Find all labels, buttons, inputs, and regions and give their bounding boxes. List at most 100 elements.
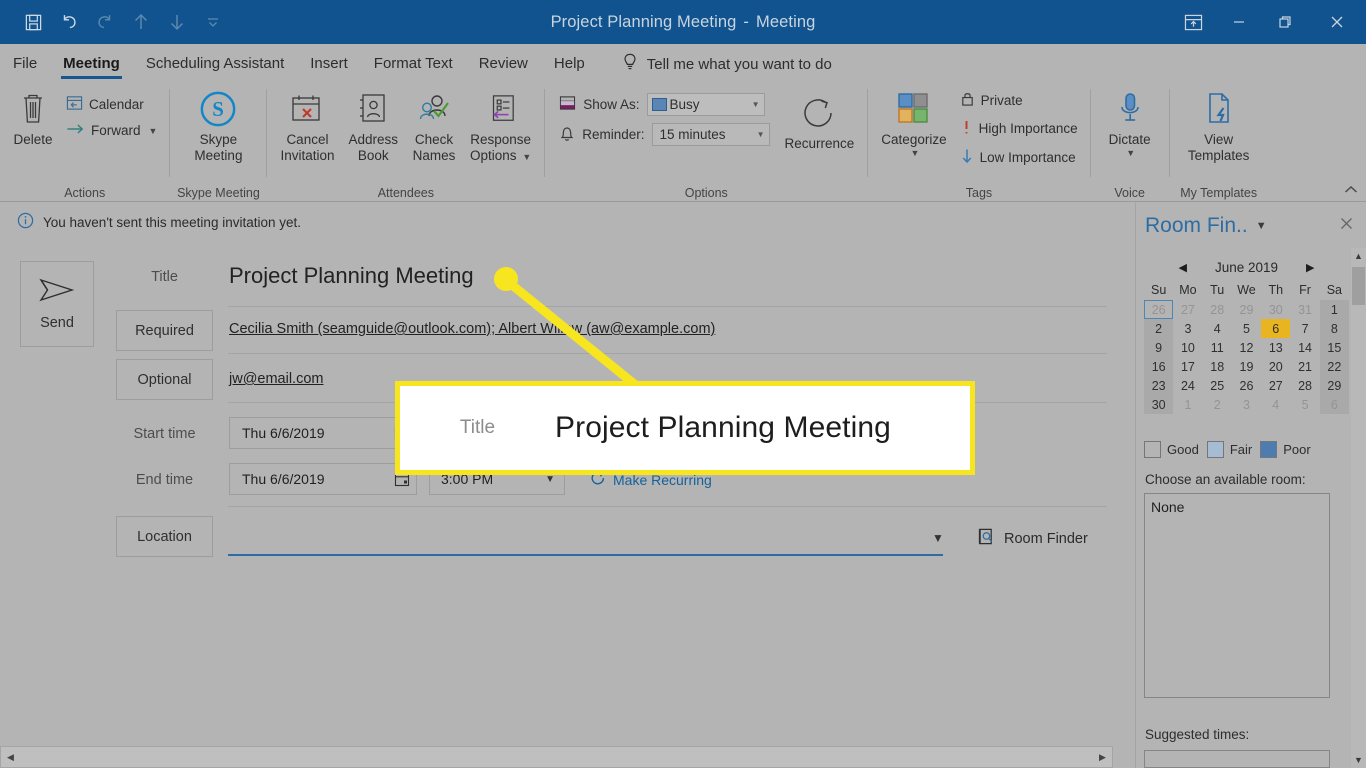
calendar-day[interactable]: 5 [1232, 319, 1261, 338]
calendar-day[interactable]: 18 [1203, 357, 1232, 376]
calendar-day[interactable]: 6 [1319, 395, 1349, 414]
calendar-day[interactable]: 12 [1232, 338, 1261, 357]
start-date-input[interactable]: Thu 6/6/2019 [229, 417, 417, 449]
calendar-day[interactable]: 5 [1290, 395, 1319, 414]
send-button[interactable]: Send [20, 261, 94, 347]
calendar-day[interactable]: 16 [1144, 357, 1174, 376]
calendar-day[interactable]: 15 [1319, 338, 1349, 357]
close-icon[interactable] [1308, 0, 1366, 44]
chevron-right-icon[interactable]: ▶ [1306, 261, 1314, 274]
meeting-body-editor[interactable] [0, 568, 1135, 746]
calendar-day[interactable]: 24 [1173, 376, 1202, 395]
calendar-day[interactable]: 20 [1261, 357, 1290, 376]
tab-review[interactable]: Review [466, 47, 541, 81]
redo-icon[interactable] [88, 7, 122, 37]
skype-meeting-button[interactable]: S Skype Meeting [176, 85, 260, 167]
end-date-input[interactable]: Thu 6/6/2019 [229, 463, 417, 495]
calendar-day[interactable]: 3 [1173, 319, 1202, 338]
up-arrow-icon[interactable] [124, 7, 158, 37]
calendar-day[interactable]: 28 [1203, 300, 1232, 319]
calendar-day-selected[interactable]: 6 [1261, 319, 1291, 338]
chevron-down-icon[interactable]: ▼ [545, 474, 564, 485]
suggested-times-list[interactable] [1144, 750, 1330, 768]
chevron-down-icon[interactable]: ▼ [149, 126, 158, 136]
calendar-day[interactable]: 27 [1173, 300, 1202, 319]
calendar-day[interactable]: 2 [1203, 395, 1232, 414]
restore-icon[interactable] [1262, 0, 1308, 44]
high-importance-button[interactable]: High Importance [954, 115, 1084, 142]
chevron-down-icon[interactable]: ▼ [1126, 148, 1135, 158]
scroll-right-icon[interactable]: ▶ [1094, 752, 1111, 763]
room-finder-scrollbar[interactable]: ▲ ▼ [1351, 248, 1366, 768]
calendar-day[interactable]: 14 [1290, 338, 1319, 357]
calendar-day[interactable]: 17 [1173, 357, 1202, 376]
calendar-day[interactable]: 4 [1203, 319, 1232, 338]
title-input[interactable]: Project Planning Meeting [229, 263, 474, 289]
down-arrow-icon[interactable] [160, 7, 194, 37]
calendar-day[interactable]: 2 [1144, 319, 1174, 338]
calendar-day[interactable]: 23 [1144, 376, 1174, 395]
forward-button[interactable]: Forward ▼ [60, 119, 163, 142]
chevron-down-icon[interactable]: ▼ [932, 531, 944, 545]
calendar-day[interactable]: 13 [1261, 338, 1290, 357]
calendar-day[interactable]: 30 [1144, 395, 1174, 414]
calendar-day[interactable]: 22 [1319, 357, 1349, 376]
calendar-day[interactable]: 28 [1290, 376, 1319, 395]
calendar-day[interactable]: 21 [1290, 357, 1319, 376]
minimize-icon[interactable] [1216, 0, 1262, 44]
tab-meeting[interactable]: Meeting [50, 47, 133, 81]
scroll-down-icon[interactable]: ▼ [1351, 752, 1366, 768]
chevron-down-icon[interactable]: ▼ [522, 152, 531, 162]
collapse-ribbon-button[interactable] [1343, 184, 1359, 199]
cancel-invitation-button[interactable]: Cancel Invitation [273, 85, 341, 167]
horizontal-scrollbar[interactable]: ◀ ▶ [0, 746, 1113, 768]
required-input[interactable]: Cecilia Smith (seamguide@outlook.com); A… [229, 321, 715, 337]
chevron-down-icon[interactable]: ▼ [910, 148, 919, 158]
calendar-day[interactable]: 3 [1232, 395, 1261, 414]
low-importance-button[interactable]: Low Importance [954, 144, 1084, 171]
calendar-day[interactable]: 25 [1203, 376, 1232, 395]
response-options-button[interactable]: Response Options ▼ [463, 85, 538, 167]
calendar-day[interactable]: 29 [1232, 300, 1261, 319]
calendar-day[interactable]: 30 [1261, 300, 1290, 319]
close-icon[interactable] [1338, 215, 1355, 237]
available-rooms-list[interactable]: None [1144, 493, 1330, 698]
chevron-down-icon[interactable]: ▼ [751, 130, 765, 139]
customize-quick-access-icon[interactable] [196, 7, 230, 37]
tab-scheduling-assistant[interactable]: Scheduling Assistant [133, 47, 297, 81]
calendar-day[interactable]: 8 [1319, 319, 1349, 338]
calendar-day[interactable]: 11 [1203, 338, 1232, 357]
tab-format-text[interactable]: Format Text [361, 47, 466, 81]
scroll-left-icon[interactable]: ◀ [2, 752, 19, 763]
calendar-day[interactable]: 4 [1261, 395, 1290, 414]
list-item[interactable]: None [1151, 499, 1329, 515]
tab-help[interactable]: Help [541, 47, 598, 81]
scrollbar-thumb[interactable] [1352, 267, 1365, 305]
tell-me-search[interactable]: Tell me what you want to do [598, 47, 842, 81]
dictate-button[interactable]: Dictate ▼ [1097, 85, 1163, 162]
save-icon[interactable] [16, 7, 50, 37]
delete-button[interactable]: Delete [6, 85, 60, 152]
chevron-left-icon[interactable]: ◀ [1179, 261, 1187, 274]
calendar-day[interactable]: 9 [1144, 338, 1174, 357]
calendar-day[interactable]: 10 [1173, 338, 1202, 357]
calendar-day[interactable]: 26 [1144, 300, 1174, 319]
room-finder-button[interactable]: Room Finder [976, 527, 1088, 550]
calendar-day[interactable]: 1 [1319, 300, 1349, 319]
address-book-button[interactable]: Address Book [341, 85, 405, 167]
show-as-combo[interactable]: Busy ▼ [646, 93, 765, 116]
calendar-day[interactable]: 26 [1232, 376, 1261, 395]
undo-icon[interactable] [52, 7, 86, 37]
calendar-day[interactable]: 27 [1261, 376, 1290, 395]
chevron-down-icon[interactable]: ▼ [1256, 220, 1267, 232]
calendar-day[interactable]: 29 [1319, 376, 1349, 395]
calendar-button[interactable]: Calendar [60, 91, 163, 117]
reminder-combo[interactable]: 15 minutes ▼ [651, 123, 770, 146]
chevron-down-icon[interactable]: ▼ [746, 100, 760, 109]
calendar-day[interactable]: 19 [1232, 357, 1261, 376]
scroll-up-icon[interactable]: ▲ [1351, 248, 1366, 264]
calendar-day[interactable]: 7 [1290, 319, 1319, 338]
check-names-button[interactable]: Check Names [405, 85, 463, 167]
required-button[interactable]: Required [116, 310, 213, 351]
calendar-day[interactable]: 1 [1173, 395, 1202, 414]
